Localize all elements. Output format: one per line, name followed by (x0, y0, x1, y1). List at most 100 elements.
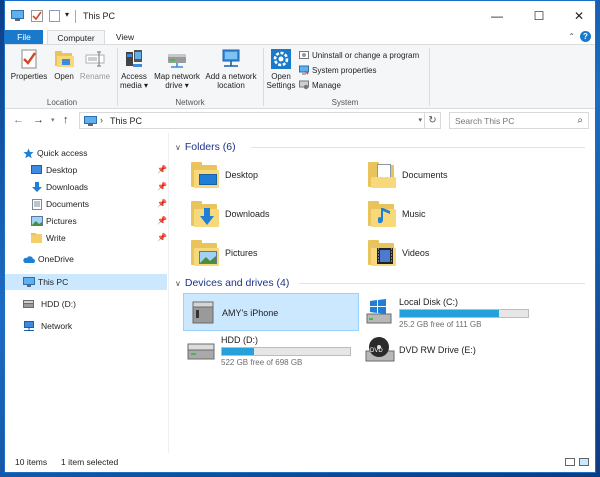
nav-label: Downloads (46, 182, 89, 192)
nav-this-pc[interactable]: This PC (5, 274, 167, 290)
drive-amys-iphone[interactable]: AMY's iPhone (183, 293, 359, 331)
add-location-label-2: location (217, 81, 245, 90)
close-button[interactable]: ✕ (565, 5, 593, 27)
properties-button[interactable]: Properties (9, 48, 49, 81)
up-button[interactable]: ↑ (63, 114, 69, 126)
pin-icon[interactable]: 📌 (157, 162, 167, 178)
folder-pictures[interactable]: Pictures (189, 238, 349, 274)
system-properties-button[interactable]: System properties (299, 65, 376, 76)
folder-icon (31, 233, 42, 243)
pin-icon[interactable]: 📌 (157, 213, 167, 229)
chevron-down-icon: ∨ (175, 279, 181, 288)
nav-quick-downloads[interactable]: Downloads 📌 (5, 179, 167, 195)
pin-icon[interactable]: 📌 (157, 179, 167, 195)
expand-ribbon-icon[interactable]: ⌃ (568, 32, 575, 41)
folder-music[interactable]: Music (366, 199, 526, 235)
drives-section-header[interactable]: ∨ Devices and drives (4) (175, 277, 585, 289)
properties-quick-icon[interactable] (31, 10, 43, 22)
folder-label: Pictures (225, 248, 258, 258)
uninstall-label: Uninstall or change a program (312, 51, 420, 60)
nav-label: Desktop (46, 165, 78, 175)
nav-onedrive[interactable]: OneDrive (5, 251, 167, 267)
selection-count: 1 item selected (61, 457, 119, 467)
access-media-button[interactable]: Access media ▾ (119, 48, 149, 90)
section-divider (299, 283, 585, 284)
manage-button[interactable]: Manage (299, 80, 341, 91)
desktop-icon (31, 165, 42, 174)
refresh-button[interactable]: ↻ (424, 113, 440, 128)
drive-dvd-rw-e[interactable]: DVD DVD RW Drive (E:) (361, 331, 537, 369)
nav-label: Write (46, 233, 66, 243)
help-icon[interactable]: ? (580, 31, 591, 42)
search-box: ⌕ (449, 112, 589, 129)
address-bar[interactable]: › This PC ▾ ↻ (79, 112, 441, 129)
rename-button[interactable]: Rename (79, 48, 111, 81)
maximize-button[interactable]: ☐ (525, 5, 553, 27)
pictures-folder-icon (191, 239, 221, 267)
nav-label: Pictures (46, 216, 77, 226)
minimize-button[interactable]: — (483, 5, 511, 27)
drive-hdd-d[interactable]: HDD (D:) 522 GB free of 698 GB (183, 331, 359, 369)
pin-icon[interactable]: 📌 (157, 196, 167, 212)
drive-free-space: 522 GB free of 698 GB (221, 358, 303, 367)
group-separator (429, 48, 430, 106)
folders-section-title: Folders (6) (184, 141, 236, 153)
this-pc-icon (11, 10, 24, 21)
music-folder-icon (368, 200, 398, 228)
videos-folder-icon (368, 239, 398, 267)
address-history-dropdown[interactable]: ▾ (418, 116, 422, 124)
recent-locations-dropdown[interactable]: ▾ (51, 116, 55, 124)
customize-toolbar-dropdown[interactable]: ▾ (65, 10, 69, 19)
folder-desktop[interactable]: Desktop (189, 160, 349, 196)
nav-quick-desktop[interactable]: Desktop 📌 (5, 162, 167, 178)
documents-folder-icon (368, 161, 398, 189)
new-folder-quick-icon[interactable] (49, 10, 60, 22)
forward-button[interactable]: → (33, 114, 44, 126)
navigation-bar: ← → ▾ ↑ › This PC ▾ ↻ ⌕ (5, 110, 595, 132)
nav-quick-access[interactable]: Quick access (5, 145, 167, 161)
details-view-icon[interactable] (565, 458, 575, 466)
title-bar: ▾ This PC — ☐ ✕ (5, 1, 595, 31)
search-input[interactable] (450, 113, 570, 128)
tab-view[interactable]: View (109, 30, 141, 45)
uninstall-program-button[interactable]: Uninstall or change a program (299, 50, 419, 61)
nav-quick-write[interactable]: Write 📌 (5, 230, 167, 246)
location-group-label: Location (46, 98, 78, 107)
tab-file[interactable]: File (5, 30, 43, 45)
open-button[interactable]: Open (51, 48, 77, 81)
add-network-location-button[interactable]: Add a network location (203, 48, 259, 90)
nav-hdd-d[interactable]: HDD (D:) (5, 296, 167, 312)
network-icon (24, 321, 34, 331)
search-icon[interactable]: ⌕ (577, 115, 583, 126)
folder-videos[interactable]: Videos (366, 238, 526, 274)
map-network-drive-button[interactable]: Map network drive ▾ (151, 48, 203, 90)
this-pc-icon (23, 277, 35, 287)
breadcrumb-this-pc[interactable]: This PC (110, 116, 142, 126)
drive-label: HDD (D:) (221, 335, 258, 345)
tab-computer[interactable]: Computer (47, 30, 105, 45)
folder-downloads[interactable]: Downloads (189, 199, 349, 235)
hard-drive-icon (187, 343, 215, 360)
nav-quick-documents[interactable]: Documents 📌 (5, 196, 167, 212)
system-properties-icon (299, 65, 309, 75)
nav-label: HDD (D:) (41, 299, 76, 309)
section-divider (251, 147, 585, 148)
properties-icon (21, 49, 37, 69)
drive-label: DVD RW Drive (E:) (399, 345, 476, 355)
drive-free-space: 25.2 GB free of 111 GB (399, 320, 482, 329)
drive-local-disk-c[interactable]: Local Disk (C:) 25.2 GB free of 111 GB (361, 293, 537, 331)
map-drive-label-1: Map network (154, 72, 200, 81)
folder-documents[interactable]: Documents (366, 160, 526, 196)
portable-device-icon (192, 301, 214, 324)
network-group-label: Network (175, 98, 205, 107)
folders-section-header[interactable]: ∨ Folders (6) (175, 141, 585, 153)
breadcrumb-chevron-icon[interactable]: › (100, 115, 103, 125)
open-settings-button[interactable]: Open Settings (265, 48, 297, 90)
large-icons-view-icon[interactable] (579, 458, 589, 466)
pin-icon[interactable]: 📌 (157, 230, 167, 246)
back-button[interactable]: ← (13, 114, 24, 126)
access-media-label-2: media ▾ (119, 81, 149, 90)
nav-quick-pictures[interactable]: Pictures 📌 (5, 213, 167, 229)
rename-icon (85, 51, 105, 67)
nav-network[interactable]: Network (5, 318, 167, 334)
